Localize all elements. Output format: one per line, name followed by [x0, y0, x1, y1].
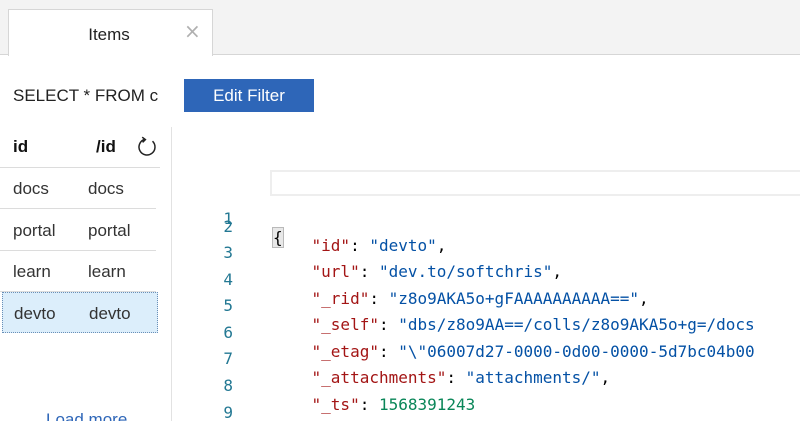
close-icon[interactable]: × — [184, 21, 201, 41]
list-item[interactable]: learn learn — [0, 251, 156, 292]
editor-line: 5 "_self": "dbs/z8o9AA==/colls/z8o9AKA5o… — [173, 277, 800, 334]
load-more-link[interactable]: Load more — [46, 410, 127, 421]
cell-partition-key: devto — [89, 304, 131, 323]
cell-id: devto — [14, 304, 56, 323]
editor-line: 3 "url": "dev.to/softchris", — [173, 224, 800, 281]
list-item[interactable]: portal portal — [0, 210, 156, 251]
editor-line: 9 } — [173, 384, 800, 421]
editor-line: 2 "id": "devto", — [173, 198, 800, 255]
cell-id: learn — [13, 262, 51, 281]
line-number: 9 — [223, 403, 233, 421]
items-view: Items × SELECT * FROM c Edit Filter id /… — [0, 0, 800, 421]
refresh-icon[interactable] — [136, 136, 158, 158]
editor-line: 8 "_ts": 1568391243 — [173, 357, 800, 414]
editor-line: 4 "_rid": "z8o9AKA5o+gFAAAAAAAAAA==", — [173, 251, 800, 308]
edit-filter-button[interactable]: Edit Filter — [184, 79, 314, 112]
column-header-id: id — [13, 137, 29, 156]
current-line-highlight — [270, 170, 800, 196]
cell-partition-key: learn — [88, 262, 126, 281]
list-header: id /id — [0, 127, 160, 168]
editor-line: 6 "_etag": "\"06007d27-0000-0d00-0000-5d… — [173, 304, 800, 361]
column-header-partition-key: /id — [96, 137, 116, 156]
query-text: SELECT * FROM c — [13, 86, 159, 105]
tab-strip: Items × — [0, 0, 800, 56]
cell-id: docs — [13, 179, 49, 198]
cell-id: portal — [13, 221, 56, 240]
editor-line: 1 { — [173, 170, 800, 248]
document-list: id /id docs docs portal portal learn lea… — [0, 127, 172, 421]
cell-partition-key: portal — [88, 221, 131, 240]
list-item[interactable]: docs docs — [0, 168, 156, 209]
tab-items[interactable]: Items × — [8, 9, 213, 56]
cell-partition-key: docs — [88, 179, 124, 198]
json-editor[interactable]: 1 { 2 "id": "devto", 3 "url": "dev.to/so… — [173, 127, 800, 421]
editor-line: 7 "_attachments": "attachments/", — [173, 330, 800, 387]
tab-label: Items — [88, 25, 130, 44]
list-item-selected[interactable]: devto devto — [2, 292, 158, 333]
